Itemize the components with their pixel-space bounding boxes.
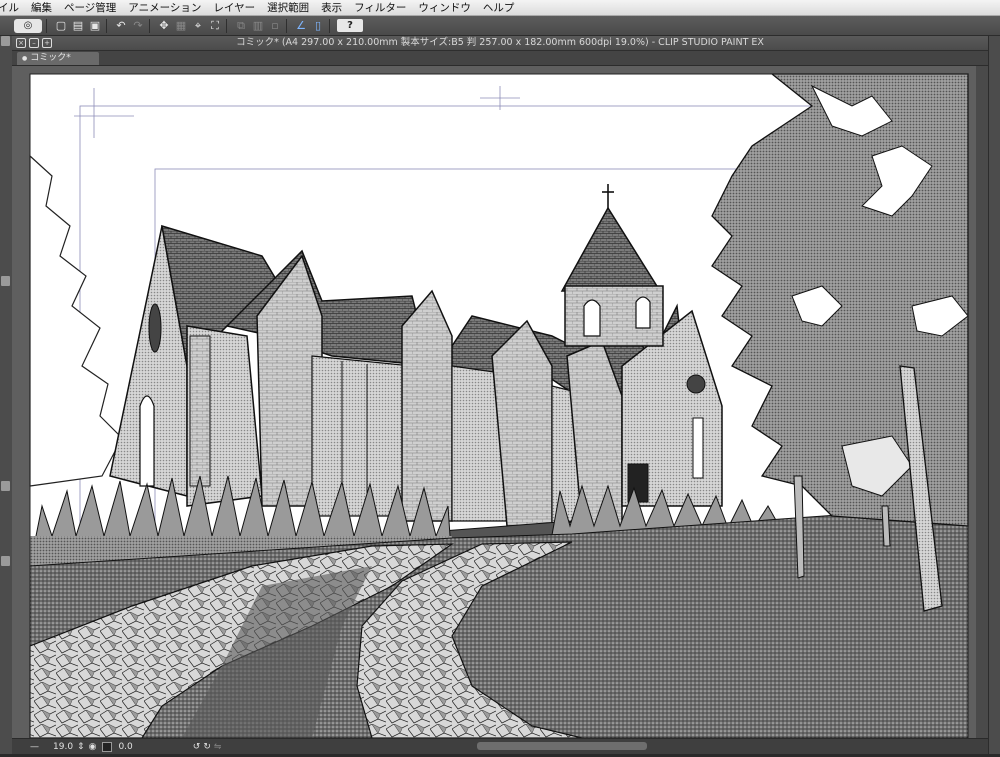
new-file-icon[interactable]: ▢ (54, 19, 68, 33)
menu-item-filter[interactable]: フィルター (348, 0, 412, 15)
rotation-angle-value[interactable]: 0.0 (118, 742, 132, 752)
menu-item-view[interactable]: 表示 (315, 0, 348, 15)
rotate-right-icon[interactable]: ↻ (203, 742, 211, 752)
rotate-left-icon[interactable]: ↺ (193, 742, 201, 752)
zoom-stepper-icon[interactable]: ⇕ (77, 742, 85, 752)
undo-icon[interactable]: ↶ (114, 19, 128, 33)
flip-icon[interactable]: ⇋ (214, 742, 222, 752)
palette-handle[interactable] (1, 36, 10, 46)
fill-icon[interactable]: ⌖ (191, 19, 205, 33)
tab-comic[interactable]: ● コミック* (17, 52, 99, 65)
paste-icon[interactable]: ▥ (251, 19, 265, 33)
document-title-bar: × – + コミック* (A4 297.00 x 210.00mm 製本サイズ:… (12, 36, 988, 51)
toolbar-separator (286, 18, 287, 33)
transform-icon[interactable]: ✥ (157, 19, 171, 33)
minimize-icon[interactable]: – (29, 38, 39, 48)
erase-selection-icon[interactable]: ▦ (174, 19, 188, 33)
clip-studio-logo-icon[interactable]: ◎ (14, 18, 42, 33)
menu-item-edit[interactable]: 編集 (25, 0, 58, 15)
menu-item-help[interactable]: ヘルプ (477, 0, 521, 15)
clear-icon[interactable]: ▫ (268, 19, 282, 33)
snap-ruler-icon[interactable]: ∠ (294, 19, 308, 33)
zoom-value[interactable]: 19.0 (53, 742, 73, 752)
rotate-reset-icon[interactable] (102, 741, 113, 752)
tab-label: コミック* (30, 53, 71, 63)
menu-item-page-management[interactable]: ページ管理 (58, 0, 122, 15)
canvas-area[interactable] (12, 66, 988, 738)
help-icon[interactable]: ? (337, 19, 363, 32)
zoom-out-icon[interactable]: — (30, 742, 39, 752)
toolbar-separator (226, 18, 227, 33)
save-icon[interactable]: ▣ (88, 19, 102, 33)
toolbar-separator (106, 18, 107, 33)
toolbar-separator (329, 18, 330, 33)
menu-item-animation[interactable]: アニメーション (122, 0, 207, 15)
document-tab-bar: ● コミック* (12, 51, 988, 66)
maximize-icon[interactable]: + (42, 38, 52, 48)
right-palette-strip[interactable] (988, 36, 1000, 757)
toolbar-separator (149, 18, 150, 33)
palette-handle[interactable] (1, 481, 10, 491)
redo-icon[interactable]: ↷ (131, 19, 145, 33)
horizontal-scrollbar-thumb[interactable] (477, 742, 647, 750)
close-icon[interactable]: × (16, 38, 26, 48)
snap-grid-icon[interactable]: ▯ (311, 19, 325, 33)
palette-handle[interactable] (1, 276, 10, 286)
open-file-icon[interactable]: ▤ (71, 19, 85, 33)
canvas-artwork[interactable] (12, 66, 988, 738)
menu-item-selection[interactable]: 選択範囲 (261, 0, 315, 15)
menu-item-file[interactable]: イル (0, 0, 25, 15)
vertical-scrollbar[interactable] (976, 66, 988, 738)
fit-screen-icon[interactable]: ◉ (89, 742, 97, 752)
canvas-status-bar: — 19.0 ⇕ ◉ 0.0 ↺ ↻ ⇋ (12, 738, 988, 754)
cut-icon[interactable]: ⛶ (208, 19, 222, 33)
document-title: コミック* (A4 297.00 x 210.00mm 製本サイズ:B5 判 2… (236, 37, 764, 48)
menu-item-layer[interactable]: レイヤー (207, 0, 261, 15)
command-bar: ◎ ▢ ▤ ▣ ↶ ↷ ✥ ▦ ⌖ ⛶ ⧉ ▥ ▫ ∠ ▯ ? (0, 16, 1000, 36)
close-tab-icon[interactable]: ● (22, 55, 27, 62)
toolbar-separator (46, 18, 47, 33)
copy-icon[interactable]: ⧉ (234, 19, 248, 33)
menu-bar: イル 編集 ページ管理 アニメーション レイヤー 選択範囲 表示 フィルター ウ… (0, 0, 1000, 16)
menu-item-window[interactable]: ウィンドウ (412, 0, 477, 15)
palette-handle[interactable] (1, 556, 10, 566)
